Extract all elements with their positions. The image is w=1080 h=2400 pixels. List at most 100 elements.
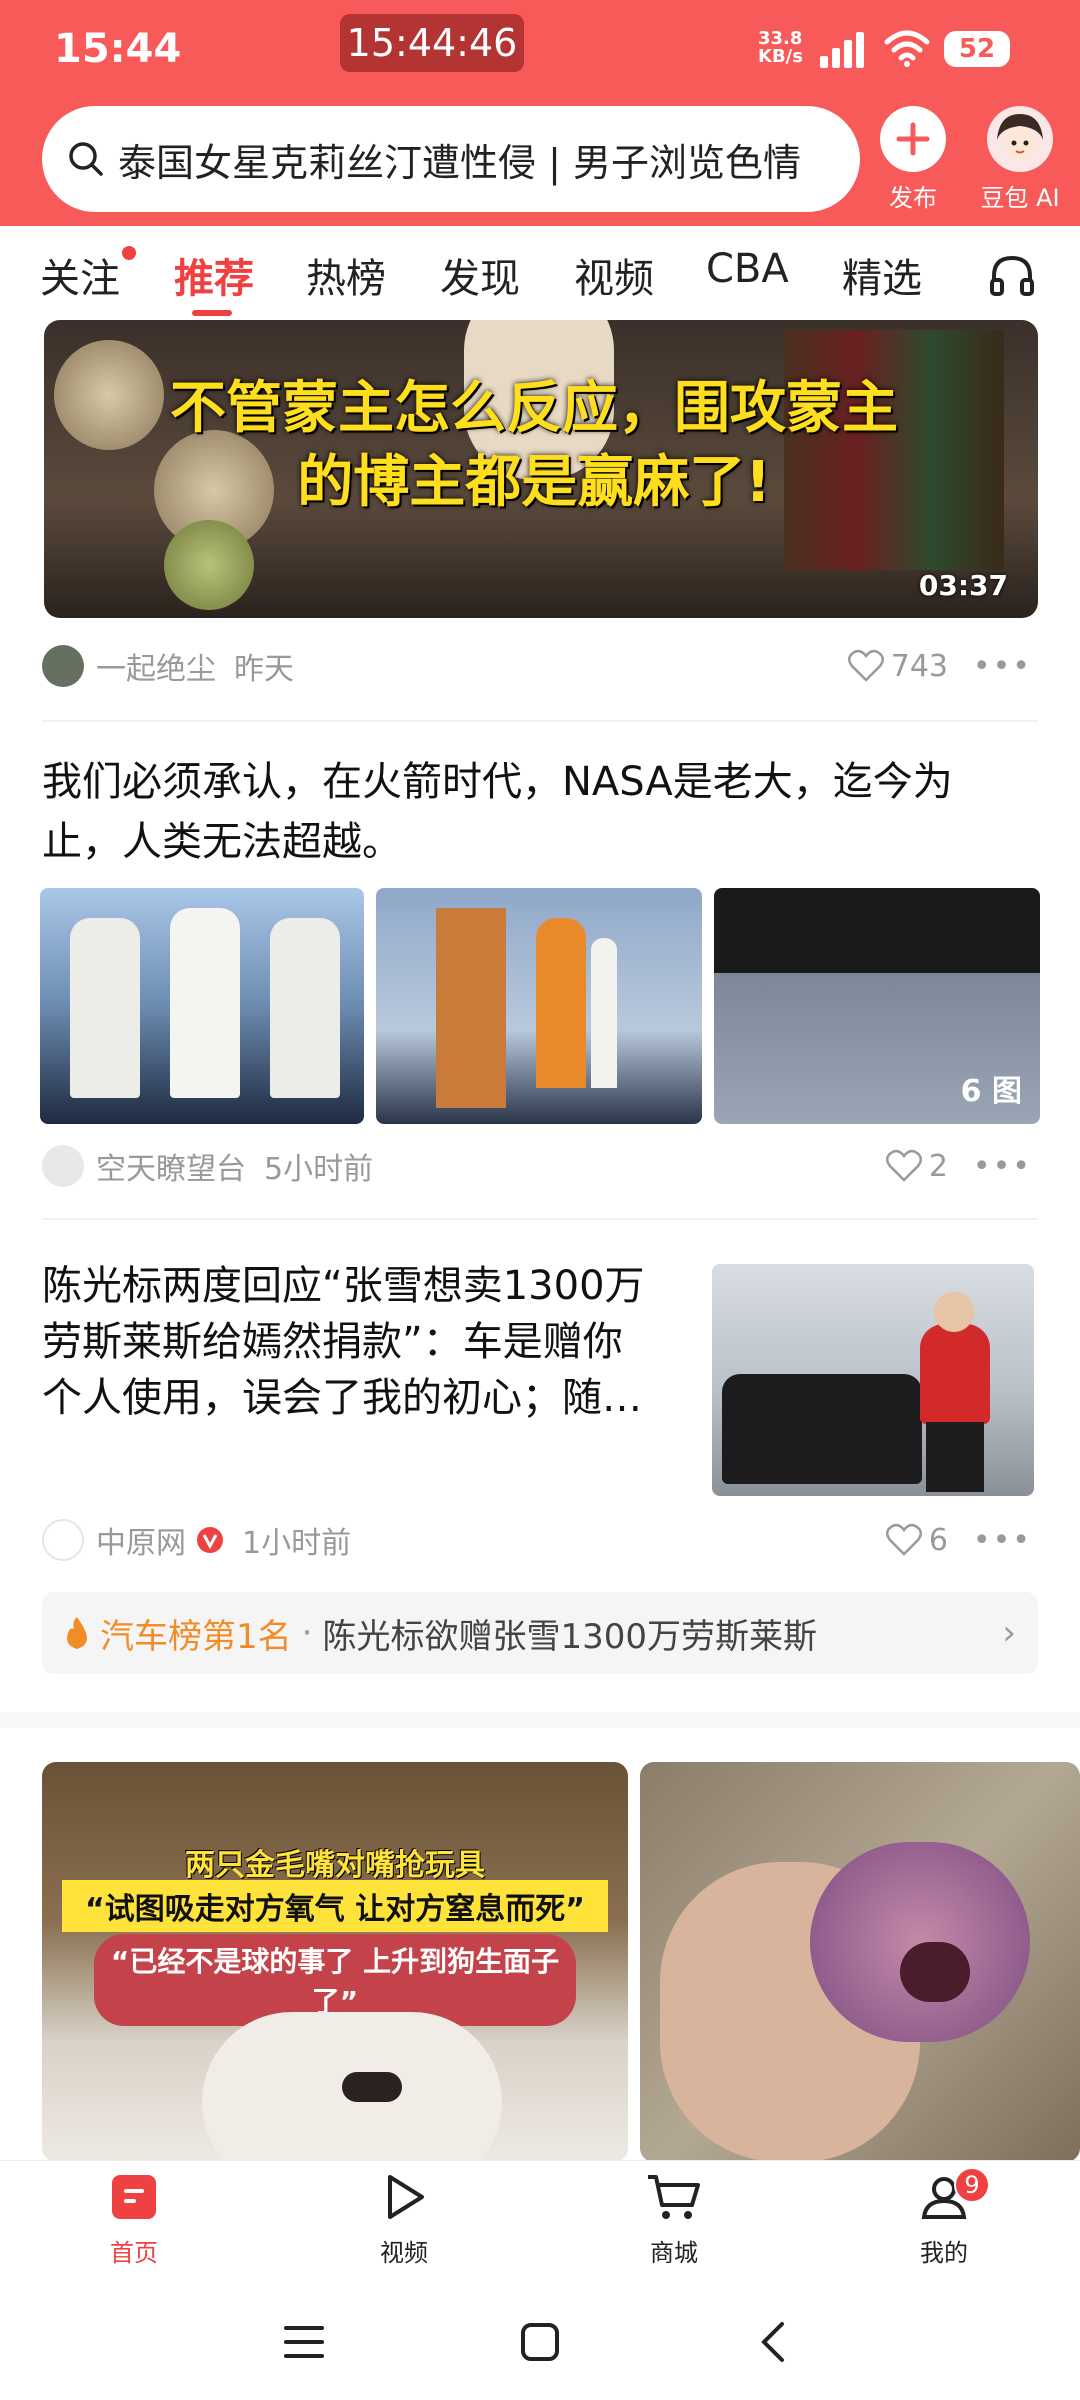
tab-recommend[interactable]: 推荐 bbox=[174, 246, 254, 304]
top-header: 15:44 15:44:46 33.8 KB/s 52 泰国女星克莉丝汀遭性侵 … bbox=[0, 0, 1080, 226]
heart-icon bbox=[885, 1523, 922, 1556]
headphones-icon[interactable] bbox=[988, 252, 1036, 298]
person-head bbox=[934, 1292, 974, 1332]
car-shape bbox=[722, 1374, 922, 1484]
like-count: 2 bbox=[928, 1148, 948, 1184]
decorative-ball bbox=[164, 520, 254, 610]
article-image-2[interactable] bbox=[376, 888, 702, 1124]
dog-caption-line1: 两只金毛嘴对嘴抢玩具 bbox=[185, 1848, 485, 1883]
author-name[interactable]: 一起绝尘 bbox=[96, 644, 216, 688]
tab-follow[interactable]: 关注 bbox=[40, 246, 120, 304]
like-button[interactable]: 6 bbox=[885, 1523, 948, 1558]
dog-eye bbox=[342, 2072, 402, 2102]
tab-discover[interactable]: 发现 bbox=[440, 246, 520, 304]
video-card-dogs[interactable]: 两只金毛嘴对嘴抢玩具 “试图吸走对方氧气 让对方窒息而死” “已经不是球的事了 … bbox=[42, 1762, 628, 2160]
flame-icon bbox=[67, 1617, 87, 1649]
divider bbox=[42, 1218, 1038, 1220]
news-feed[interactable]: 不管蒙主怎么反应，围攻蒙主 的博主都是赢麻了! 03:37 一起绝尘 昨天 74… bbox=[0, 320, 1080, 2160]
search-icon bbox=[69, 142, 103, 176]
signal-icon bbox=[820, 32, 864, 68]
heart-icon bbox=[885, 1149, 922, 1182]
article-title[interactable]: 我们必须承认，在火箭时代，NASA是老大，迄今为 止，人类无法超越。 bbox=[42, 752, 1038, 872]
verified-badge-icon bbox=[197, 1527, 223, 1553]
notification-badge: 9 bbox=[954, 2167, 990, 2203]
video-caption-line1: 不管蒙主怎么反应，围攻蒙主 bbox=[170, 376, 898, 441]
nav-home-label: 首页 bbox=[110, 2239, 158, 2267]
ai-label: 豆包 AI bbox=[980, 184, 1060, 212]
author-name[interactable]: 空天瞭望台 bbox=[96, 1144, 246, 1188]
person-shape bbox=[920, 1324, 990, 1424]
author-avatar[interactable] bbox=[42, 1145, 84, 1187]
divider bbox=[42, 720, 1038, 722]
article-meta-row: 空天瞭望台 5小时前 2 ••• bbox=[42, 1144, 1038, 1188]
tab-featured[interactable]: 精选 bbox=[842, 246, 922, 304]
menu-icon[interactable] bbox=[284, 2324, 324, 2360]
nav-profile-label: 我的 bbox=[920, 2239, 968, 2267]
article-thumbnail[interactable] bbox=[712, 1264, 1034, 1496]
section-separator bbox=[0, 1712, 1080, 1728]
article-title-line2: 劳斯莱斯给嫣然捐款”：车是赠你 bbox=[42, 1319, 623, 1365]
nav-mall-label: 商城 bbox=[650, 2239, 698, 2267]
nav-profile[interactable]: 9 我的 bbox=[884, 2167, 1004, 2268]
article-image-3[interactable]: 6 图 bbox=[714, 888, 1040, 1124]
channel-tabs: 关注 推荐 热榜 发现 视频 CBA 精选 bbox=[0, 226, 1080, 320]
hot-ranking-bar[interactable]: 汽车榜第1名 · 陈光标欲赠张雪1300万劳斯莱斯 › bbox=[42, 1592, 1038, 1674]
publish-button[interactable]: 发布 bbox=[878, 106, 948, 213]
video-meta-row: 一起绝尘 昨天 743 ••• bbox=[42, 644, 1038, 688]
video-caption-line2: 的博主都是赢麻了! bbox=[297, 450, 771, 515]
home-icon bbox=[112, 2175, 156, 2219]
article-meta-row: 中原网 1小时前 6 ••• bbox=[42, 1518, 1038, 1562]
rocket-booster bbox=[591, 938, 617, 1088]
article-image-1[interactable] bbox=[40, 888, 364, 1124]
search-hint-text: 泰国女星克莉丝汀遭性侵 | 男子浏览色情 bbox=[118, 140, 801, 185]
rocket-booster bbox=[270, 918, 340, 1098]
tab-video[interactable]: 视频 bbox=[574, 246, 654, 304]
nav-mall[interactable]: 商城 bbox=[614, 2173, 734, 2268]
bottom-navigation: 首页 视频 商城 9 我的 bbox=[0, 2160, 1080, 2286]
hot-separator: · bbox=[301, 1613, 313, 1653]
person-legs bbox=[926, 1422, 984, 1492]
like-button[interactable]: 743 bbox=[847, 649, 948, 684]
article-title[interactable]: 陈光标两度回应“张雪想卖1300万 劳斯莱斯给嫣然捐款”：车是赠你 个人使用，误… bbox=[42, 1258, 682, 1426]
rocket-core bbox=[536, 918, 586, 1088]
net-speed-unit: KB/s bbox=[758, 46, 803, 67]
article-title-line3: 个人使用，误会了我的初心；随… bbox=[42, 1375, 642, 1421]
article-title-line1: 我们必须承认，在火箭时代，NASA是老大，迄今为 bbox=[42, 759, 953, 805]
status-time: 15:44 bbox=[54, 26, 182, 72]
more-options-icon[interactable]: ••• bbox=[973, 649, 1032, 684]
image-card-creature[interactable] bbox=[640, 1762, 1080, 2160]
article-title-line1: 陈光标两度回应“张雪想卖1300万 bbox=[42, 1263, 645, 1309]
rocket-booster bbox=[70, 918, 140, 1098]
search-input[interactable]: 泰国女星克莉丝汀遭性侵 | 男子浏览色情 bbox=[42, 106, 860, 212]
system-navigation-bar bbox=[0, 2286, 1080, 2400]
nav-home[interactable]: 首页 bbox=[74, 2173, 194, 2268]
home-button-icon[interactable] bbox=[520, 2322, 560, 2362]
launch-tower bbox=[436, 908, 506, 1108]
image-count: 6 图 bbox=[960, 1074, 1022, 1109]
active-tab-indicator bbox=[192, 310, 232, 316]
like-count: 743 bbox=[890, 648, 948, 684]
video-caption: 不管蒙主怎么反应，围攻蒙主 的博主都是赢麻了! bbox=[154, 372, 914, 520]
clock-pill: 15:44:46 bbox=[340, 14, 524, 72]
more-options-icon[interactable]: ••• bbox=[973, 1149, 1032, 1184]
plus-icon bbox=[880, 106, 946, 172]
chevron-right-icon: › bbox=[1002, 1613, 1016, 1653]
author-avatar[interactable] bbox=[42, 1519, 84, 1561]
like-button[interactable]: 2 bbox=[885, 1149, 948, 1184]
wifi-icon bbox=[884, 30, 930, 67]
nav-video[interactable]: 视频 bbox=[344, 2173, 464, 2268]
video-duration: 03:37 bbox=[918, 569, 1008, 602]
video-thumbnail[interactable]: 不管蒙主怎么反应，围攻蒙主 的博主都是赢麻了! 03:37 bbox=[44, 320, 1038, 618]
author-name[interactable]: 中原网 bbox=[96, 1518, 186, 1562]
back-icon[interactable] bbox=[756, 2320, 788, 2364]
doubao-ai-button[interactable]: 豆包 AI bbox=[970, 106, 1070, 213]
decorative-ball bbox=[54, 340, 164, 450]
more-options-icon[interactable]: ••• bbox=[973, 1523, 1032, 1558]
publish-label: 发布 bbox=[889, 184, 937, 212]
author-avatar[interactable] bbox=[42, 645, 84, 687]
heart-icon bbox=[847, 649, 884, 682]
tab-hot-list[interactable]: 热榜 bbox=[306, 246, 386, 304]
tab-cba[interactable]: CBA bbox=[706, 246, 789, 292]
cart-icon bbox=[648, 2175, 700, 2219]
creature-shape bbox=[810, 1842, 1030, 2042]
